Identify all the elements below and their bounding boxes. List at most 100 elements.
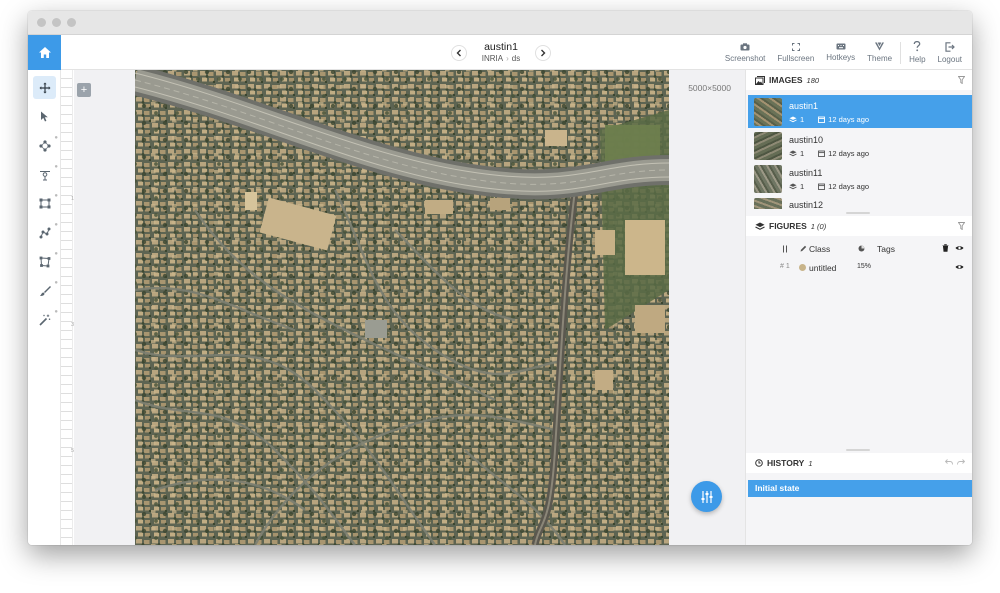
image-dimensions: 5000×5000 — [688, 83, 731, 93]
maximize-window-dot[interactable] — [67, 18, 76, 27]
figures-filter-icon[interactable] — [958, 222, 965, 230]
point-tool-button[interactable]: ● — [33, 163, 58, 186]
theme-label: Theme — [867, 54, 893, 63]
class-column-header[interactable]: Class — [809, 244, 830, 254]
rectangle-tool-button[interactable]: ● — [33, 192, 58, 215]
redo-icon[interactable] — [957, 459, 965, 465]
image-name: austin10 — [789, 134, 824, 145]
image-navigator: austin1 INRIA › ds — [451, 35, 551, 70]
magic-wand-tool-button[interactable]: ● — [33, 308, 58, 331]
pointer-tool-button[interactable] — [33, 105, 56, 128]
chevron-left-icon — [456, 49, 461, 56]
history-section-title: HISTORY — [767, 458, 805, 468]
image-list-item[interactable]: austin10 1 12 days ago — [748, 129, 972, 162]
magic-wand-tool-hotkey-icon: ● — [54, 309, 58, 315]
logout-label: Logout — [937, 54, 962, 64]
breadcrumb-dataset[interactable]: ds — [512, 54, 520, 63]
home-button[interactable] — [28, 35, 61, 70]
visibility-icon[interactable] — [955, 245, 964, 251]
image-list-item[interactable]: austin1 1 12 days ago — [748, 95, 972, 128]
polyline-tool-button[interactable]: ● — [33, 221, 58, 244]
brush-tool-button[interactable]: ● — [33, 279, 58, 302]
point-tool-icon — [39, 170, 50, 180]
add-layer-button[interactable]: + — [77, 83, 91, 97]
fullscreen-icon — [791, 42, 800, 51]
figures-count: 1 (0) — [810, 221, 827, 231]
hotkeys-label: Hotkeys — [826, 53, 856, 62]
history-count: 1 — [808, 458, 813, 468]
layers-icon — [789, 116, 797, 122]
figure-visibility-icon[interactable] — [955, 264, 964, 270]
images-filter-icon[interactable] — [958, 76, 965, 84]
images-count: 180 — [806, 75, 820, 85]
minimize-window-dot[interactable] — [52, 18, 61, 27]
help-button[interactable]: Help — [903, 35, 931, 70]
figures-resize-handle[interactable] — [846, 449, 870, 451]
image-list-item-partial[interactable]: austin12 — [748, 196, 972, 209]
image-name: austin1 — [789, 100, 819, 111]
layers-icon — [789, 150, 797, 156]
image-thumbnail — [754, 97, 782, 126]
undo-icon[interactable] — [945, 459, 953, 465]
theme-button[interactable]: Theme — [861, 35, 898, 70]
points-tool-hotkey-icon: ● — [54, 135, 58, 141]
next-image-button[interactable] — [535, 44, 551, 61]
rectangle-tool-hotkey-icon: ● — [54, 193, 58, 199]
polygon-tool-icon — [39, 256, 50, 267]
figures-table-header: Class Tags — [746, 242, 972, 256]
polygon-tool-button[interactable]: ● — [33, 250, 58, 273]
tags-column-header[interactable]: Tags — [877, 244, 895, 254]
breadcrumb-project[interactable]: INRIA — [482, 54, 503, 63]
close-window-dot[interactable] — [37, 18, 46, 27]
calendar-icon — [818, 183, 826, 190]
move-tool-button[interactable] — [33, 76, 56, 99]
history-clock-icon — [755, 459, 763, 467]
figure-row[interactable]: # 1 untitled 15% — [746, 261, 972, 275]
breadcrumb-separator-icon: › — [506, 54, 509, 63]
window-titlebar — [28, 11, 972, 35]
images-section-header: IMAGES 180 — [746, 70, 972, 90]
tool-sidebar: ● ● ● ● ● ● ● — [28, 70, 61, 545]
aerial-image[interactable] — [135, 70, 669, 545]
image-date: 12 days ago — [828, 114, 870, 124]
history-item[interactable]: Initial state — [748, 480, 972, 497]
image-settings-button[interactable] — [691, 481, 722, 512]
image-thumbnail — [754, 131, 782, 160]
figure-color-dot — [799, 264, 806, 271]
points-tool-button[interactable]: ● — [33, 134, 58, 157]
area-icon — [858, 245, 865, 252]
sort-icon[interactable] — [782, 245, 788, 253]
images-resize-handle[interactable] — [846, 212, 870, 214]
image-list-item[interactable]: austin11 1 12 days ago — [748, 162, 972, 195]
image-thumbnail — [754, 198, 782, 209]
image-date: 12 days ago — [828, 181, 870, 191]
theme-icon — [875, 42, 885, 51]
annotation-canvas[interactable]: + 5000×5000 — [74, 70, 745, 545]
fullscreen-button[interactable]: Fullscreen — [771, 35, 820, 70]
layer-count: 1 — [800, 181, 805, 191]
image-title-block: austin1 INRIA › ds — [482, 41, 520, 64]
figures-section-title: FIGURES — [769, 221, 807, 231]
hotkeys-button[interactable]: Hotkeys — [820, 35, 861, 70]
screenshot-button[interactable]: Screenshot — [719, 35, 771, 70]
top-bar: austin1 INRIA›ds Screenshot Fullscreen — [28, 35, 972, 70]
trash-icon[interactable] — [942, 244, 949, 252]
screenshot-label: Screenshot — [724, 53, 766, 63]
home-icon — [38, 47, 51, 58]
right-panel: IMAGES 180 austin1 1 12 days ago austin1… — [745, 70, 972, 545]
point-tool-hotkey-icon: ● — [54, 164, 58, 170]
sliders-icon — [701, 490, 712, 503]
app-window: austin1 INRIA›ds Screenshot Fullscreen — [28, 11, 972, 545]
help-icon — [913, 41, 921, 52]
breadcrumb: INRIA › ds — [482, 53, 520, 64]
brush-tool-icon — [39, 285, 51, 296]
figure-name: untitled — [809, 263, 837, 273]
image-title: austin1 — [484, 41, 518, 53]
previous-image-button[interactable] — [451, 44, 467, 61]
logout-button[interactable]: Logout — [932, 35, 968, 70]
move-tool-icon — [39, 82, 50, 93]
help-label: Help — [909, 55, 926, 64]
brush-tool-hotkey-icon: ● — [54, 280, 58, 286]
class-pencil-icon — [800, 245, 807, 252]
polyline-tool-icon — [39, 227, 50, 238]
